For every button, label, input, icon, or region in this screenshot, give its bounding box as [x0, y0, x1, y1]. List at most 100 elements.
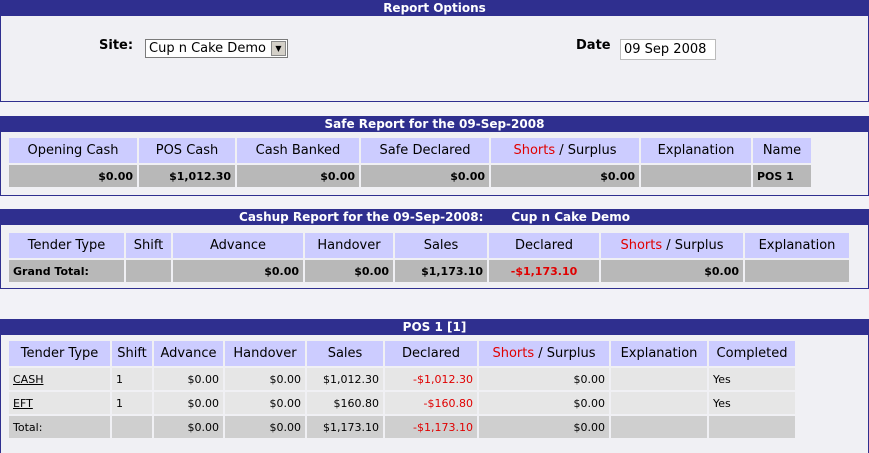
tender-link-eft[interactable]: EFT [13, 397, 33, 410]
col-shift: Shift [112, 341, 152, 366]
surplus-text: / Surplus [534, 346, 596, 361]
total-shorts-surplus: $0.00 [479, 416, 609, 438]
grand-total-advance: $0.00 [173, 260, 303, 282]
site-select-value: Cup n Cake Demo [149, 41, 266, 56]
total-label: Total: [9, 416, 110, 438]
total-declared: -$1,173.10 [385, 416, 477, 438]
safe-declared-value: $0.00 [361, 165, 489, 187]
tender-link-cash[interactable]: CASH [13, 373, 43, 386]
col-declared: Declared [489, 233, 599, 258]
col-shift: Shift [126, 233, 171, 258]
cashup-report-panel: Cashup Report for the 09-Sep-2008: Cup n … [0, 209, 869, 289]
grand-total-declared: -$1,173.10 [489, 260, 599, 282]
completed-cell: Yes [709, 368, 795, 390]
advance-cell: $0.00 [154, 368, 223, 390]
col-name: Name [753, 138, 811, 163]
pos-panel: POS 1 [1] Tender Type Shift Advance Hand… [0, 319, 869, 453]
grand-total-shorts-surplus: $0.00 [601, 260, 743, 282]
cashup-title-text: Cashup Report for the 09-Sep-2008: [239, 210, 484, 224]
shorts-text: Shorts [492, 346, 535, 361]
col-shorts-surplus: Shorts / Surplus [491, 138, 639, 163]
col-handover: Handover [225, 341, 305, 366]
table-row: EFT 1 $0.00 $0.00 $160.80 -$160.80 $0.00… [9, 392, 795, 414]
col-tender-type: Tender Type [9, 233, 124, 258]
chevron-down-icon[interactable]: ▼ [271, 41, 286, 56]
grand-total-explanation [745, 260, 849, 282]
date-label: Date [576, 38, 611, 53]
shorts-surplus-value: $0.00 [491, 165, 639, 187]
total-advance: $0.00 [154, 416, 223, 438]
report-options-panel: Report Options Site: Cup n Cake Demo ▼ D… [0, 0, 869, 102]
sales-cell: $160.80 [307, 392, 383, 414]
completed-cell: Yes [709, 392, 795, 414]
site-select[interactable]: Cup n Cake Demo ▼ [145, 39, 288, 58]
sales-cell: $1,012.30 [307, 368, 383, 390]
opening-cash-value: $0.00 [9, 165, 137, 187]
col-shorts-surplus: Shorts / Surplus [479, 341, 609, 366]
total-completed [709, 416, 795, 438]
declared-cell: -$1,012.30 [385, 368, 477, 390]
surplus-text: / Surplus [555, 143, 617, 158]
shorts-surplus-cell: $0.00 [479, 392, 609, 414]
col-explanation: Explanation [745, 233, 849, 258]
col-explanation: Explanation [611, 341, 707, 366]
pos-cash-value: $1,012.30 [139, 165, 235, 187]
grand-total-shift [126, 260, 171, 282]
pos-header: Tender Type Shift Advance Handover Sales… [9, 341, 795, 366]
surplus-text: / Surplus [662, 238, 724, 253]
safe-report-table: Opening Cash POS Cash Cash Banked Safe D… [7, 136, 813, 189]
cash-banked-value: $0.00 [237, 165, 359, 187]
total-shift [112, 416, 152, 438]
handover-cell: $0.00 [225, 392, 305, 414]
table-row: CASH 1 $0.00 $0.00 $1,012.30 -$1,012.30 … [9, 368, 795, 390]
pos-title: POS 1 [1] [1, 320, 868, 335]
advance-cell: $0.00 [154, 392, 223, 414]
col-completed: Completed [709, 341, 795, 366]
grand-total-row: Grand Total: $0.00 $0.00 $1,173.10 -$1,1… [9, 260, 849, 282]
shorts-text: Shorts [620, 238, 663, 253]
col-handover: Handover [305, 233, 393, 258]
tender-cell: CASH [9, 368, 110, 390]
name-value: POS 1 [753, 165, 811, 187]
grand-total-label: Grand Total: [9, 260, 124, 282]
date-input[interactable] [620, 39, 716, 60]
col-cash-banked: Cash Banked [237, 138, 359, 163]
total-row: Total: $0.00 $0.00 $1,173.10 -$1,173.10 … [9, 416, 795, 438]
explanation-value [641, 165, 751, 187]
cashup-site-text: Cup n Cake Demo [511, 210, 630, 224]
shift-cell: 1 [112, 368, 152, 390]
col-advance: Advance [173, 233, 303, 258]
cashup-report-header: Tender Type Shift Advance Handover Sales… [9, 233, 849, 258]
tender-cell: EFT [9, 392, 110, 414]
cashup-report-title: Cashup Report for the 09-Sep-2008: Cup n … [1, 210, 868, 225]
explanation-cell [611, 368, 707, 390]
site-label: Site: [99, 38, 134, 53]
col-pos-cash: POS Cash [139, 138, 235, 163]
total-sales: $1,173.10 [307, 416, 383, 438]
col-advance: Advance [154, 341, 223, 366]
total-handover: $0.00 [225, 416, 305, 438]
shorts-surplus-cell: $0.00 [479, 368, 609, 390]
report-options-title: Report Options [1, 1, 868, 16]
col-sales: Sales [395, 233, 487, 258]
col-opening-cash: Opening Cash [9, 138, 137, 163]
explanation-cell [611, 392, 707, 414]
shorts-text: Shorts [513, 143, 556, 158]
pos-table: Tender Type Shift Advance Handover Sales… [7, 339, 797, 440]
shift-cell: 1 [112, 392, 152, 414]
col-safe-declared: Safe Declared [361, 138, 489, 163]
col-declared: Declared [385, 341, 477, 366]
col-tender-type: Tender Type [9, 341, 110, 366]
declared-cell: -$160.80 [385, 392, 477, 414]
table-row: $0.00 $1,012.30 $0.00 $0.00 $0.00 POS 1 [9, 165, 811, 187]
col-shorts-surplus: Shorts / Surplus [601, 233, 743, 258]
safe-report-panel: Safe Report for the 09-Sep-2008 Opening … [0, 116, 869, 196]
handover-cell: $0.00 [225, 368, 305, 390]
cashup-report-table: Tender Type Shift Advance Handover Sales… [7, 231, 851, 284]
grand-total-handover: $0.00 [305, 260, 393, 282]
col-sales: Sales [307, 341, 383, 366]
grand-total-sales: $1,173.10 [395, 260, 487, 282]
safe-report-header: Opening Cash POS Cash Cash Banked Safe D… [9, 138, 811, 163]
col-explanation: Explanation [641, 138, 751, 163]
total-explanation [611, 416, 707, 438]
